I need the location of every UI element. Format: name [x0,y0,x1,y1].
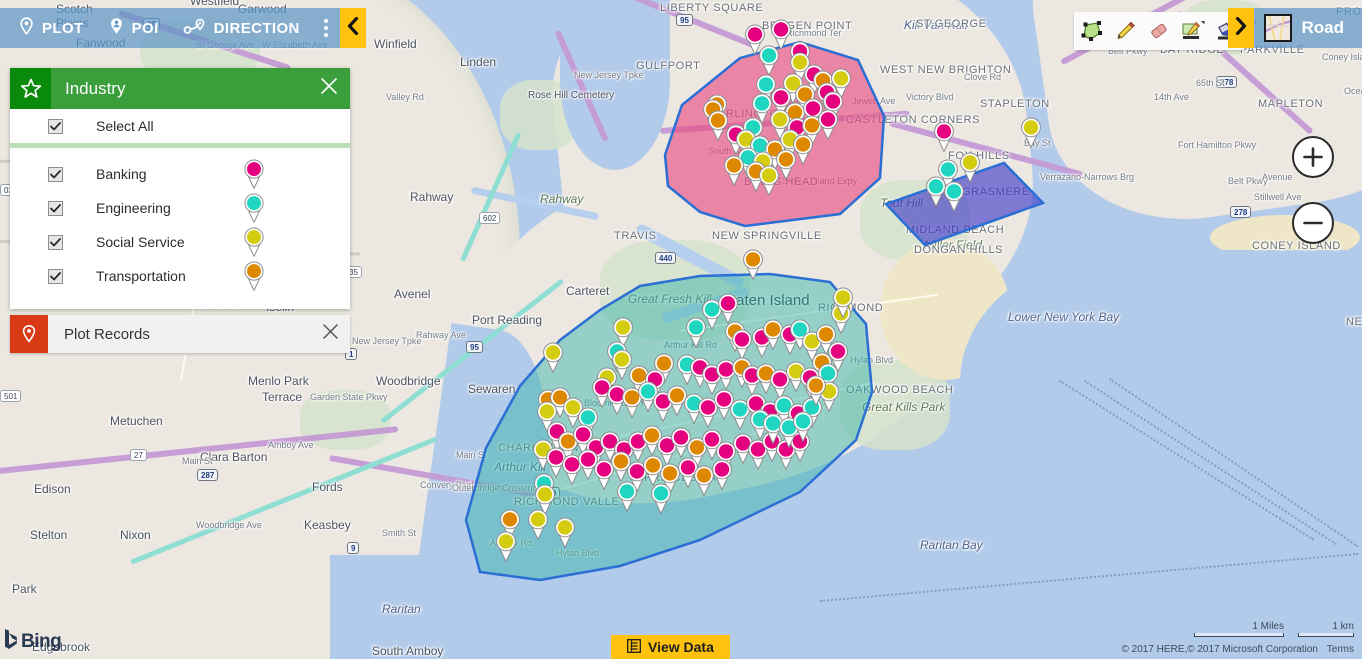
plot-pin-banking[interactable] [731,329,753,360]
map-type-label: Road [1301,18,1345,37]
toolbar-item-poi[interactable]: POI [96,8,171,48]
industry-label: Banking [96,166,147,182]
industry-panel-header: Industry [10,68,350,109]
bing-logo[interactable]: Bing [4,628,62,655]
view-data-label: View Data [648,639,714,655]
star-icon [10,68,51,109]
copyright-notice: © 2017 HERE,© 2017 Microsoft Corporation… [1121,644,1354,655]
industry-row-banking[interactable]: Banking [10,157,350,191]
plot-pin-banking[interactable] [717,293,739,324]
polygon-shape-icon[interactable] [1074,12,1108,50]
industry-checkbox-transportation[interactable] [48,268,63,284]
plot-pin-banking[interactable] [711,459,733,490]
select-all-row[interactable]: Select All [10,109,350,143]
plot-pin-transportation[interactable] [805,375,827,406]
chevron-left-icon [347,16,359,40]
toolbar-label-poi: POI [131,19,159,37]
chevron-right-icon [1235,16,1247,40]
zoom-out-button[interactable] [1292,202,1334,244]
select-all-checkbox[interactable] [48,118,63,134]
select-all-label: Select All [96,118,154,134]
plot-pin-engineering[interactable] [758,45,780,76]
map-pin-icon [10,315,48,353]
industry-row-transportation[interactable]: Transportation [10,259,350,293]
plot-pin-transportation[interactable] [775,149,797,180]
close-icon [320,77,338,100]
industry-list: Banking Engineering Social Service Transpor… [10,148,350,309]
plot-pin-social-service[interactable] [832,287,854,318]
plus-icon [1303,147,1323,167]
map-application: 28 613 602 35 440 95 95 1 03 501 27 287 … [0,0,1362,659]
map-type-selector: Road [1227,8,1362,48]
toolbar-item-direction[interactable]: DIRECTION [171,8,312,48]
scale-miles-label: 1 Miles [1252,621,1284,632]
plot-pin-banking[interactable] [817,109,839,140]
industry-panel-title: Industry [65,78,126,98]
close-icon [322,323,339,345]
plot-pin-icon [18,16,35,40]
plot-pin-social-service[interactable] [1020,117,1042,148]
scale-km-bar [1298,633,1354,637]
more-vertical-icon[interactable] [312,8,340,48]
industry-checkbox-engineering[interactable] [48,200,63,216]
plot-pin-banking[interactable] [933,121,955,152]
industry-pin-swatch [243,227,265,258]
industry-panel-close-button[interactable] [308,68,350,109]
map-thumbnail-icon [1263,14,1292,42]
industry-legend-panel: Industry Select All Banking Engineering So… [10,68,350,309]
plot-pin-social-service[interactable] [554,517,576,548]
plot-pin-engineering[interactable] [650,483,672,514]
eraser-icon[interactable] [1142,12,1176,50]
plot-pin-social-service[interactable] [495,531,517,562]
minus-icon [1303,221,1323,225]
map-type-road-button[interactable]: Road [1254,8,1362,48]
plot-pin-social-service[interactable] [542,342,564,373]
industry-checkbox-social-service[interactable] [48,234,63,250]
industry-pin-swatch [243,193,265,224]
industry-checkbox-banking[interactable] [48,166,63,182]
bing-mark-icon [4,628,18,655]
main-toolbar: PLOT POI DIRECTION [0,8,366,48]
plot-records-close-button[interactable] [310,315,350,353]
table-list-icon [627,638,641,656]
drawing-toolbar [1074,12,1244,50]
industry-label: Transportation [96,268,186,284]
toolbar-label-plot: PLOT [42,19,84,37]
copyright-text: © 2017 HERE,© 2017 Microsoft Corporation [1121,644,1318,655]
plot-pin-transportation[interactable] [742,249,764,280]
industry-pin-swatch [243,159,265,190]
plot-pin-engineering[interactable] [616,481,638,512]
industry-label: Engineering [96,200,171,216]
edit-style-icon[interactable] [1176,12,1210,50]
toolbar-item-plot[interactable]: PLOT [0,8,96,48]
scale-bar: 1 Miles 1 km [1194,621,1354,637]
industry-row-engineering[interactable]: Engineering [10,191,350,225]
plot-pin-social-service[interactable] [959,152,981,183]
poi-person-pin-icon [108,17,125,40]
direction-route-icon [183,17,207,40]
map-type-expand-button[interactable] [1227,8,1254,48]
scale-miles: 1 Miles [1194,621,1284,637]
pencil-icon[interactable] [1108,12,1142,50]
toolbar-label-direction: DIRECTION [213,19,300,37]
zoom-in-button[interactable] [1292,136,1334,178]
terms-link[interactable]: Terms [1327,644,1354,655]
plot-records-title: Plot Records [64,325,150,343]
scale-km-label: 1 km [1332,621,1354,632]
plot-pin-engineering[interactable] [943,181,965,212]
industry-row-social-service[interactable]: Social Service [10,225,350,259]
plot-records-panel: Plot Records [10,315,350,353]
industry-label: Social Service [96,234,185,250]
toolbar-collapse-button[interactable] [339,8,366,48]
industry-pin-swatch [243,261,265,292]
scale-miles-bar [1194,633,1284,637]
plot-pin-engineering[interactable] [685,317,707,348]
scale-km: 1 km [1298,621,1354,637]
plot-pin-engineering[interactable] [792,411,814,442]
view-data-button[interactable]: View Data [611,635,730,659]
bing-wordmark: Bing [21,630,62,652]
plot-pin-social-service[interactable] [527,509,549,540]
plot-pin-transportation[interactable] [723,155,745,186]
